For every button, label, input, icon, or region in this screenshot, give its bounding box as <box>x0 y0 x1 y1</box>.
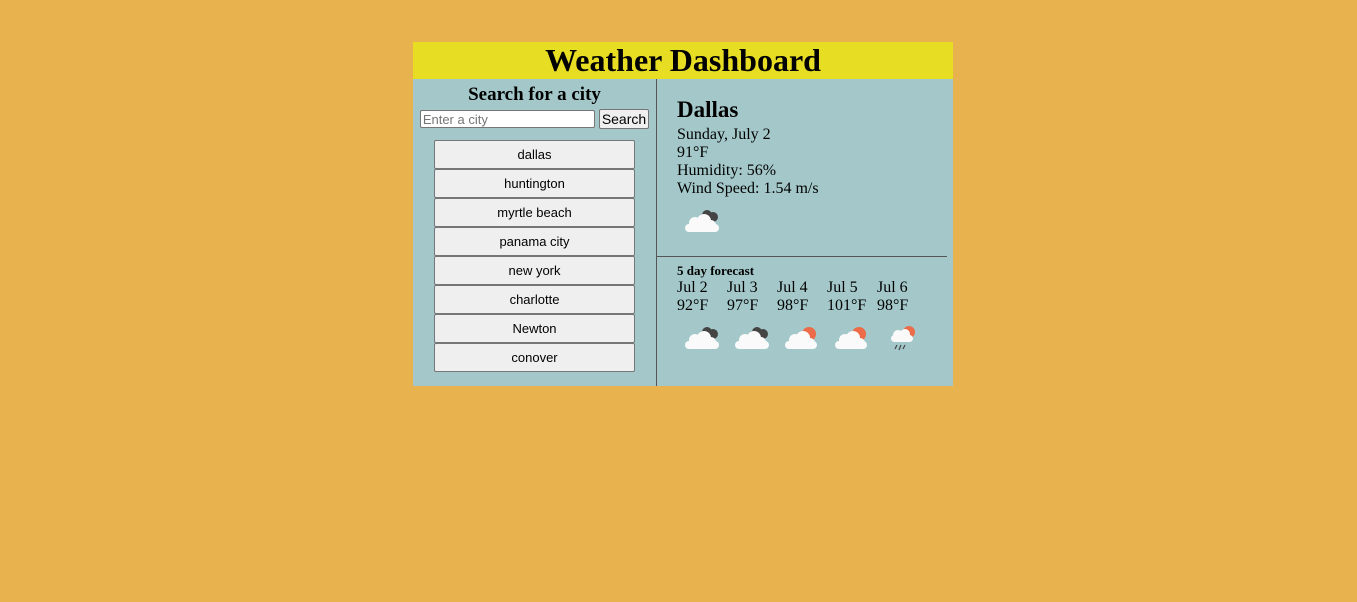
dashboard-body: Search for a city Search dallas huntingt… <box>413 79 953 386</box>
dark-clouds-icon <box>733 325 777 351</box>
page-title: Weather Dashboard <box>413 42 953 79</box>
forecast-day: Jul 6 98°F <box>877 279 927 353</box>
history-button[interactable]: new york <box>434 256 635 285</box>
forecast-section: 5 day forecast Jul 2 92°F Jul 3 97°F Jul… <box>657 257 953 353</box>
weather-dashboard: Weather Dashboard Search for a city Sear… <box>413 42 953 386</box>
search-panel: Search for a city Search dallas huntingt… <box>413 79 657 386</box>
forecast-date: Jul 4 <box>777 279 808 296</box>
history-button[interactable]: conover <box>434 343 635 372</box>
current-temp: 91°F <box>677 144 709 161</box>
search-history: dallas huntington myrtle beach panama ci… <box>413 140 656 372</box>
search-input[interactable] <box>419 110 595 128</box>
sun-cloud-icon <box>783 325 827 351</box>
dark-clouds-icon <box>683 208 953 234</box>
history-button[interactable]: dallas <box>434 140 635 169</box>
current-wind: Wind Speed: 1.54 m/s <box>677 180 819 197</box>
history-button[interactable]: panama city <box>434 227 635 256</box>
history-button[interactable]: myrtle beach <box>434 198 635 227</box>
forecast-temp: 97°F <box>727 297 759 314</box>
dark-clouds-icon <box>683 325 727 351</box>
sun-rain-icon <box>883 325 927 353</box>
forecast-temp: 101°F <box>827 297 867 314</box>
forecast-date: Jul 5 <box>827 279 858 296</box>
weather-panel: Dallas Sunday, July 2 91°F Humidity: 56%… <box>657 79 953 386</box>
forecast-date: Jul 3 <box>727 279 758 296</box>
forecast-day: Jul 3 97°F <box>727 279 777 353</box>
sun-cloud-icon <box>833 325 877 351</box>
forecast-temp: 98°F <box>877 297 909 314</box>
forecast-date: Jul 6 <box>877 279 908 296</box>
forecast-day: Jul 2 92°F <box>677 279 727 353</box>
current-weather: Dallas Sunday, July 2 91°F Humidity: 56%… <box>657 79 953 256</box>
search-heading: Search for a city <box>468 84 601 105</box>
history-button[interactable]: charlotte <box>434 285 635 314</box>
forecast-temp: 98°F <box>777 297 809 314</box>
current-date: Sunday, July 2 <box>677 126 771 143</box>
current-humidity: Humidity: 56% <box>677 162 777 179</box>
history-button[interactable]: Newton <box>434 314 635 343</box>
forecast-date: Jul 2 <box>677 279 708 296</box>
forecast-title: 5 day forecast <box>677 263 755 278</box>
city-name: Dallas <box>677 97 739 122</box>
forecast-day: Jul 4 98°F <box>777 279 827 353</box>
forecast-temp: 92°F <box>677 297 709 314</box>
search-button[interactable]: Search <box>598 109 650 129</box>
forecast-days: Jul 2 92°F Jul 3 97°F Jul 4 98°F Jul 5 1… <box>677 279 953 353</box>
history-button[interactable]: huntington <box>434 169 635 198</box>
forecast-day: Jul 5 101°F <box>827 279 877 353</box>
search-row: Search <box>413 109 656 129</box>
